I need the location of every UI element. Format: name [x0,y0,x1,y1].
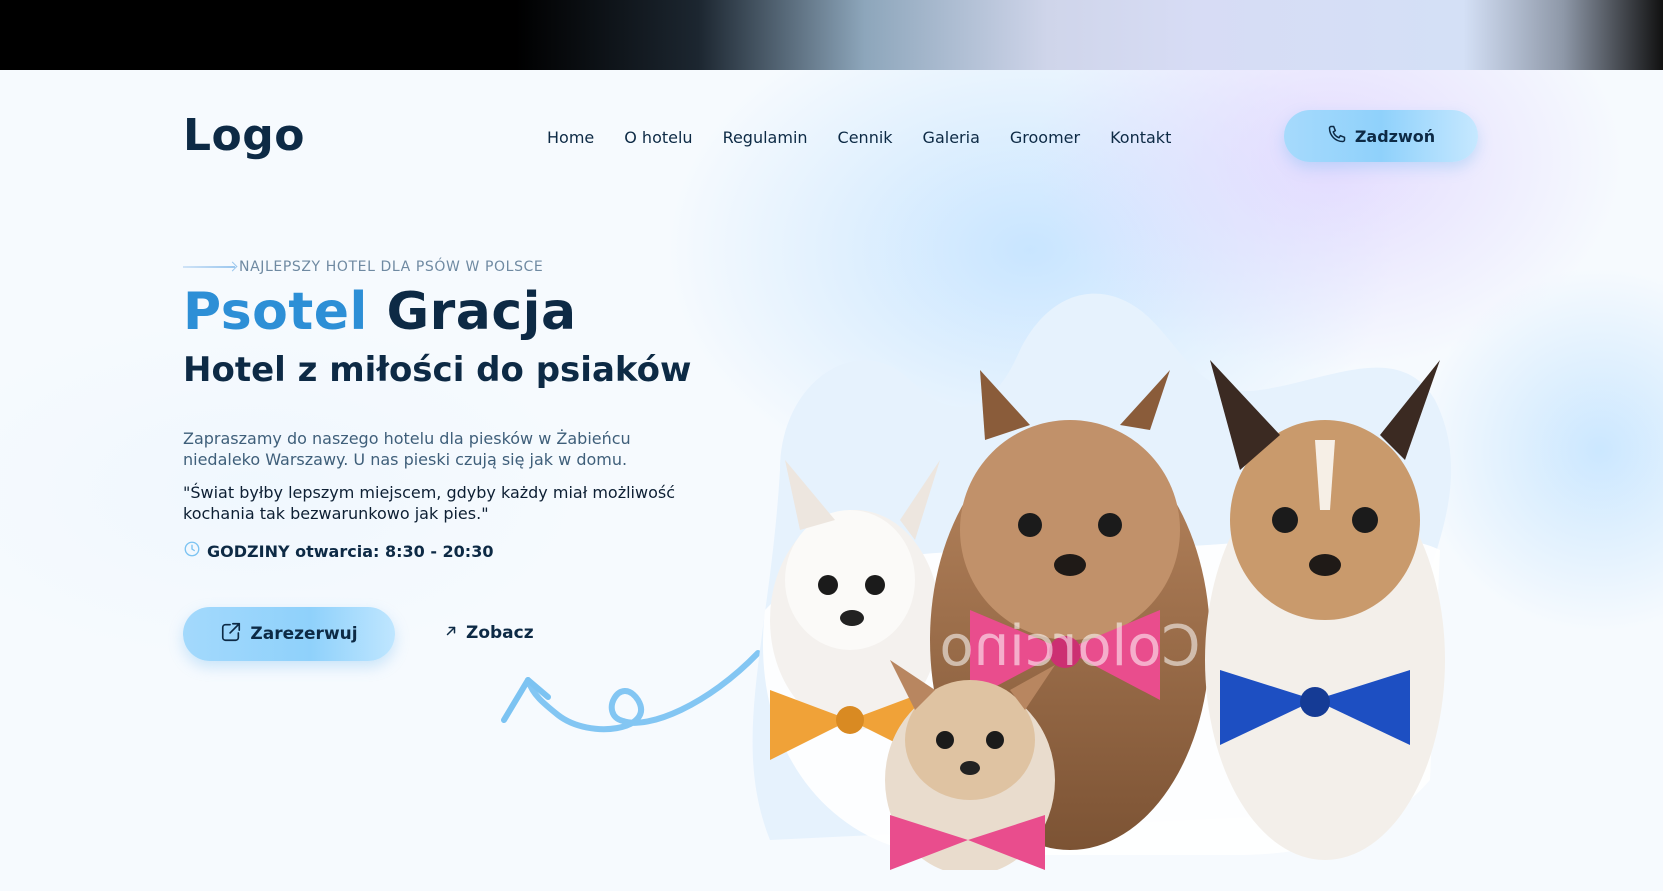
landing-page: Logo Home O hotelu Regulamin Cennik Gale… [0,70,1663,891]
nav-o-hotelu[interactable]: O hotelu [624,128,692,147]
page-title: Psotel Gracja [183,282,577,342]
tan-chihuahua-icon [1205,360,1445,860]
title-accent: Psotel [183,282,368,342]
phone-icon [1327,124,1347,148]
eyebrow: NAJLEPSZY HOTEL DLA PSÓW W POLSCE [183,259,543,275]
watermark: Colorcino [939,614,1200,679]
small-chihuahua-icon [885,660,1055,870]
opening-hours: GODZINY otwarcia: 8:30 - 20:30 [183,540,493,562]
book-button-label: Zarezerwuj [250,624,358,644]
nav-regulamin[interactable]: Regulamin [723,128,808,147]
call-button[interactable]: Zadzwoń [1284,110,1478,162]
hero-description: Zapraszamy do naszego hotelu dla piesków… [183,429,631,469]
clock-icon [183,540,201,562]
external-link-icon [220,621,242,648]
book-button[interactable]: Zarezerwuj [183,607,395,661]
hours-text: GODZINY otwarcia: 8:30 - 20:30 [207,541,494,561]
decorative-arrow-icon [501,650,760,733]
nav-cennik[interactable]: Cennik [838,128,893,147]
call-button-label: Zadzwoń [1354,126,1436,146]
hero-dogs-image: Colorcino [752,293,1452,870]
arrow-up-right-icon [444,623,458,643]
hero-quote: "Świat byłby lepszym miejscem, gdyby każ… [183,483,675,523]
arrow-line-icon [183,266,235,268]
top-band [0,0,1663,70]
nav-groomer[interactable]: Groomer [1010,128,1080,147]
site-logo[interactable]: Logo [183,110,305,161]
main-nav: Home O hotelu Regulamin Cennik Galeria G… [547,128,1171,147]
nav-kontakt[interactable]: Kontakt [1110,128,1171,147]
nav-galeria[interactable]: Galeria [923,128,980,147]
eyebrow-text: NAJLEPSZY HOTEL DLA PSÓW W POLSCE [239,259,544,275]
page-subtitle: Hotel z miłości do psiaków [183,350,692,390]
nav-home[interactable]: Home [547,128,594,147]
title-main: Gracja [386,282,577,342]
